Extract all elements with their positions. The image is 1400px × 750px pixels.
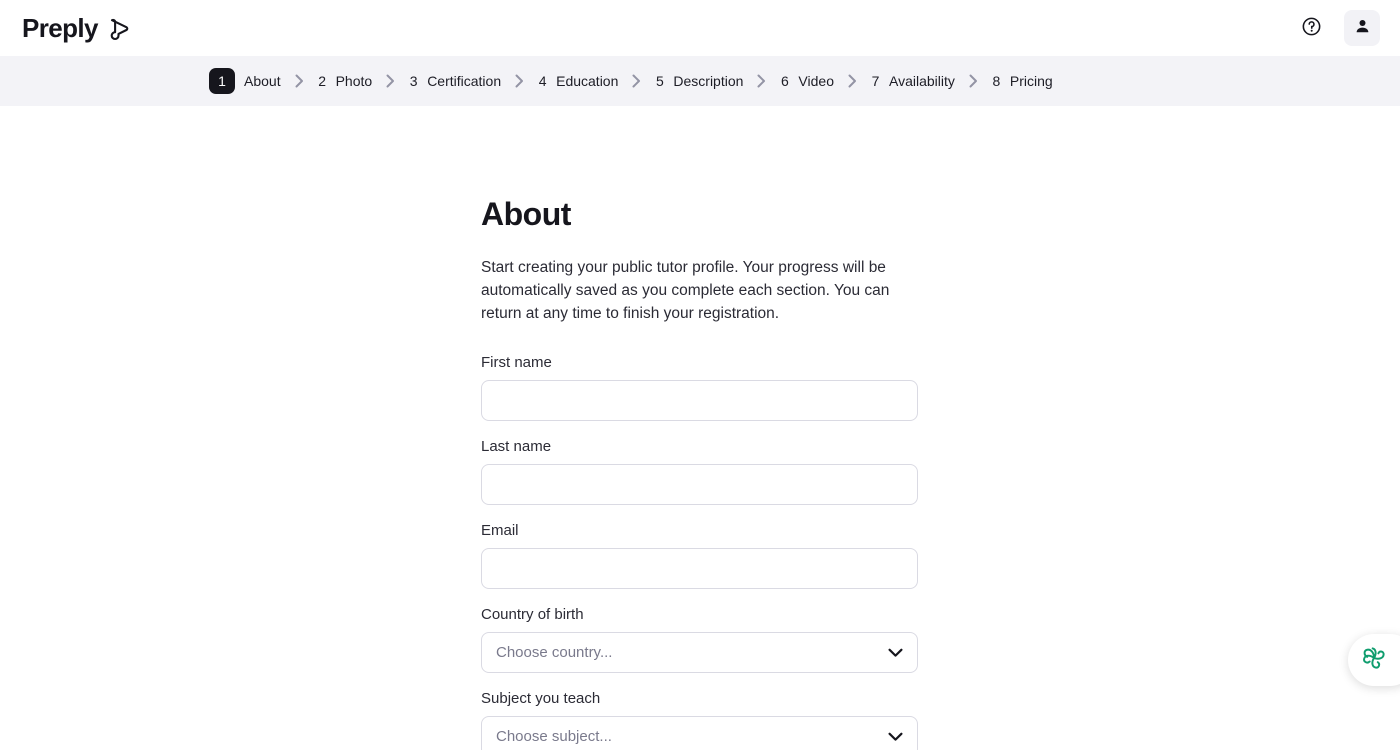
field-first-name: First name (481, 354, 918, 421)
step-number: 2 (318, 73, 326, 89)
country-select-wrap: Choose country... (481, 632, 918, 673)
email-label: Email (481, 522, 519, 539)
step-label: Video (798, 73, 834, 89)
step-number: 3 (409, 73, 418, 89)
page-description: Start creating your public tutor profile… (481, 259, 890, 322)
user-person-icon (1353, 17, 1372, 39)
first-name-input[interactable] (481, 380, 918, 421)
step-number: 7 (871, 73, 880, 89)
chevron-right-icon (757, 74, 766, 88)
email-input[interactable] (481, 548, 918, 589)
chevron-right-icon (515, 74, 524, 88)
pinwheel-chat-icon (1359, 643, 1389, 678)
subject-select-wrap: Choose subject... (481, 716, 918, 750)
country-label: Country of birth (481, 606, 584, 623)
step-certification[interactable]: 3 Certification (409, 73, 501, 89)
chevron-right-icon (632, 74, 641, 88)
step-label: Certification (427, 73, 502, 89)
preply-speech-bubble-icon (105, 15, 132, 42)
step-number: 1 (209, 68, 235, 94)
step-video[interactable]: 6 Video (780, 73, 834, 89)
step-photo[interactable]: 2 Photo (318, 73, 373, 89)
main-content: About Start creating your public tutor p… (0, 106, 1400, 750)
field-email: Email (481, 522, 918, 589)
stepper: 1 About 2 Photo 3 Certification 4 Educat… (0, 68, 1053, 94)
first-name-label: First name (481, 354, 552, 371)
field-country-of-birth: Country of birth Choose country... (481, 606, 918, 673)
chevron-right-icon (848, 74, 857, 88)
subject-select[interactable]: Choose subject... (481, 716, 918, 750)
page-title: About (481, 196, 571, 232)
step-number: 8 (992, 73, 1001, 89)
field-subject-you-teach: Subject you teach Choose subject... (481, 690, 918, 750)
step-about[interactable]: 1 About (209, 68, 281, 94)
step-number: 4 (538, 73, 547, 89)
step-label: Education (556, 73, 619, 89)
help-button[interactable] (1294, 11, 1328, 45)
step-number: 6 (781, 73, 789, 89)
step-description[interactable]: 5 Description (655, 73, 743, 89)
about-form: About Start creating your public tutor p… (481, 196, 918, 750)
step-education[interactable]: 4 Education (538, 73, 619, 89)
preply-logo[interactable]: Preply (22, 15, 132, 42)
step-number: 5 (655, 73, 664, 89)
step-label: Pricing (1009, 73, 1053, 89)
chevron-right-icon (969, 74, 978, 88)
chevron-right-icon (386, 74, 395, 88)
field-last-name: Last name (481, 438, 918, 505)
step-label: Description (673, 73, 744, 89)
step-pricing[interactable]: 8 Pricing (992, 73, 1053, 89)
last-name-label: Last name (481, 438, 552, 455)
header-actions (1294, 10, 1380, 46)
app-header: Preply (0, 0, 1400, 56)
step-label: About (244, 73, 281, 89)
account-avatar-button[interactable] (1344, 10, 1380, 46)
last-name-input[interactable] (481, 464, 918, 505)
chat-support-widget[interactable] (1348, 634, 1400, 686)
step-label: Availability (888, 73, 955, 89)
chevron-right-icon (295, 74, 304, 88)
country-select[interactable]: Choose country... (481, 632, 918, 673)
logo-wordmark: Preply (22, 13, 98, 43)
progress-stepper-bar: 1 About 2 Photo 3 Certification 4 Educat… (0, 56, 1400, 106)
question-mark-circle-icon (1301, 16, 1322, 40)
subject-label: Subject you teach (481, 690, 601, 707)
step-availability[interactable]: 7 Availability (871, 73, 955, 89)
step-label: Photo (335, 73, 373, 89)
